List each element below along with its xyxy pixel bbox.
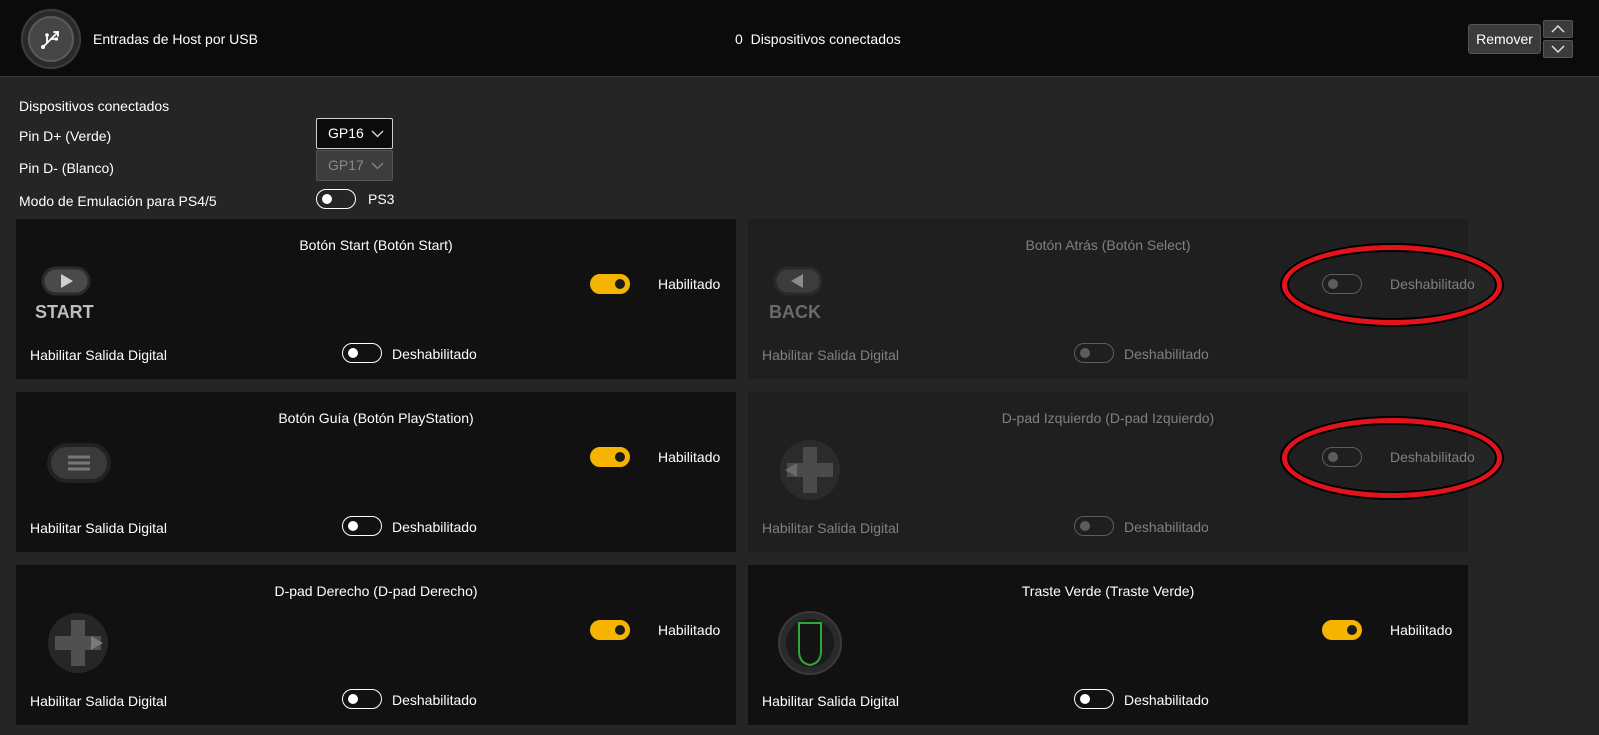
back-button-icon: BACK xyxy=(763,262,843,332)
card-start-button: Botón Start (Botón Start) START Habilita… xyxy=(16,219,736,379)
card-title: Botón Guía (Botón PlayStation) xyxy=(278,410,474,426)
guide-button-icon xyxy=(31,435,111,505)
chevron-down-icon xyxy=(371,162,384,170)
pin-dminus-value: GP17 xyxy=(328,157,364,173)
dpad-right-enable-state: Habilitado xyxy=(658,622,721,638)
digital-output-label: Habilitar Salida Digital xyxy=(762,693,899,709)
card-guide-button: Botón Guía (Botón PlayStation) Habilitad… xyxy=(16,392,736,552)
card-green-fret: Traste Verde (Traste Verde) Habilitado H… xyxy=(748,565,1468,725)
card-title: D-pad Derecho (D-pad Derecho) xyxy=(274,583,478,599)
digital-output-label: Habilitar Salida Digital xyxy=(30,347,167,363)
card-title: Botón Start (Botón Start) xyxy=(299,237,453,253)
device-count: 0 xyxy=(735,31,743,47)
pin-dplus-label: Pin D+ (Verde) xyxy=(19,128,112,144)
digital-output-label: Habilitar Salida Digital xyxy=(762,520,899,536)
dpad-left-digital-toggle[interactable] xyxy=(1074,516,1114,536)
pin-dplus-value: GP16 xyxy=(328,125,364,141)
device-status-label: Dispositivos conectados xyxy=(750,31,901,47)
section-title: Dispositivos conectados xyxy=(19,98,170,114)
emulation-mode-toggle[interactable] xyxy=(316,189,356,209)
card-dpad-right: D-pad Derecho (D-pad Derecho) Habilitado… xyxy=(16,565,736,725)
emulation-mode-label: Modo de Emulación para PS4/5 xyxy=(19,193,217,209)
chevron-up-icon xyxy=(1551,24,1565,33)
page-title: Entradas de Host por USB xyxy=(93,31,258,47)
start-button-icon: START xyxy=(31,262,111,332)
green-fret-icon xyxy=(763,608,843,678)
highlight-ellipse xyxy=(1282,245,1502,325)
guide-digital-toggle[interactable] xyxy=(342,516,382,536)
digital-output-label: Habilitar Salida Digital xyxy=(762,347,899,363)
digital-output-state: Deshabilitado xyxy=(1124,692,1209,708)
remove-button[interactable]: Remover xyxy=(1468,24,1541,54)
emulation-mode-value: PS3 xyxy=(368,191,395,207)
guide-enable-state: Habilitado xyxy=(658,449,721,465)
guide-enable-toggle[interactable] xyxy=(590,447,630,467)
move-down-button[interactable] xyxy=(1543,40,1573,58)
app-header: Entradas de Host por USB 0 Dispositivos … xyxy=(0,0,1599,77)
digital-output-state: Deshabilitado xyxy=(1124,346,1209,362)
digital-output-state: Deshabilitado xyxy=(392,692,477,708)
green-fret-enable-state: Habilitado xyxy=(1390,622,1453,638)
highlight-ellipse xyxy=(1282,418,1502,498)
back-digital-toggle[interactable] xyxy=(1074,343,1114,363)
pin-dminus-label: Pin D- (Blanco) xyxy=(19,160,114,176)
device-status: 0 Dispositivos conectados xyxy=(735,31,901,47)
chevron-down-icon xyxy=(371,130,384,138)
move-up-button[interactable] xyxy=(1543,20,1573,38)
digital-output-state: Deshabilitado xyxy=(1124,519,1209,535)
start-enable-state: Habilitado xyxy=(658,276,721,292)
dpad-right-enable-toggle[interactable] xyxy=(590,620,630,640)
digital-output-state: Deshabilitado xyxy=(392,346,477,362)
dpad-right-icon xyxy=(31,608,111,678)
green-fret-enable-toggle[interactable] xyxy=(1322,620,1362,640)
card-title: Traste Verde (Traste Verde) xyxy=(1021,583,1195,599)
back-icon-text: BACK xyxy=(769,302,821,322)
digital-output-label: Habilitar Salida Digital xyxy=(30,520,167,536)
dpad-left-icon xyxy=(763,435,843,505)
digital-output-label: Habilitar Salida Digital xyxy=(30,693,167,709)
chevron-down-icon xyxy=(1551,45,1565,54)
start-icon-text: START xyxy=(35,302,94,322)
green-fret-digital-toggle[interactable] xyxy=(1074,689,1114,709)
pin-dplus-select[interactable]: GP16 xyxy=(316,118,393,149)
pin-dminus-select: GP17 xyxy=(316,150,393,181)
start-digital-toggle[interactable] xyxy=(342,343,382,363)
usb-icon xyxy=(21,9,81,69)
digital-output-state: Deshabilitado xyxy=(392,519,477,535)
dpad-right-digital-toggle[interactable] xyxy=(342,689,382,709)
start-enable-toggle[interactable] xyxy=(590,274,630,294)
